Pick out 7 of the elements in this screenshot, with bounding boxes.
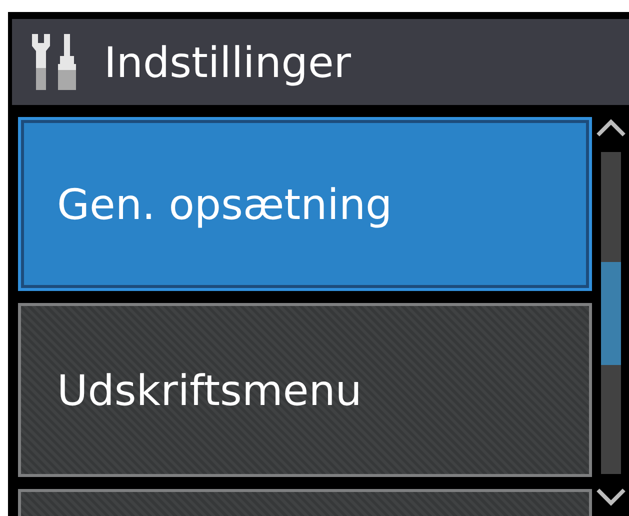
menu-item[interactable]: Udskriftsmenu	[18, 303, 592, 477]
scroll-down-icon[interactable]	[596, 488, 626, 506]
scroll-up-icon[interactable]	[596, 119, 626, 137]
menu-item[interactable]: Gen. opsætning	[18, 117, 592, 291]
scrollbar-track[interactable]	[600, 152, 620, 474]
screen-title: Indstillinger	[104, 38, 352, 86]
scrollbar-thumb[interactable]	[600, 262, 620, 365]
